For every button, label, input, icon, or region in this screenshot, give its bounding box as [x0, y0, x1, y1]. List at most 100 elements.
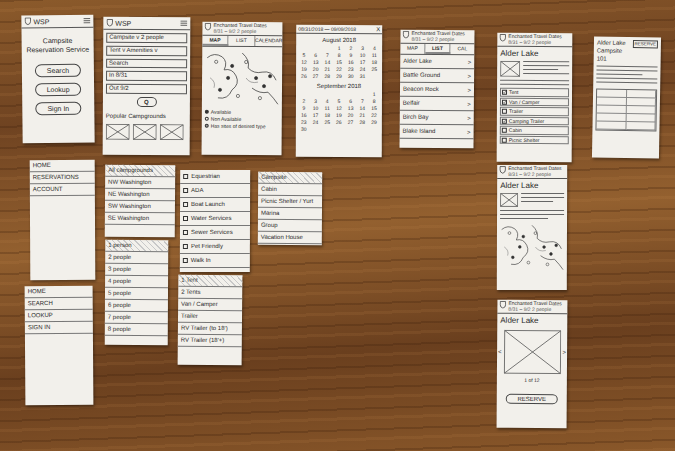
- option-item[interactable]: Van / Camper: [178, 299, 242, 312]
- day-cell[interactable]: 6: [345, 98, 357, 105]
- site-type-option[interactable]: Tent: [500, 88, 569, 97]
- day-cell[interactable]: 7: [322, 52, 334, 59]
- day-cell[interactable]: 22: [333, 66, 345, 73]
- day-cell[interactable]: 9: [345, 52, 357, 59]
- paper-sketch[interactable]: All campgroundsNW WashingtonNE Washingto…: [105, 165, 176, 237]
- day-cell[interactable]: 30: [298, 125, 310, 132]
- option-item[interactable]: 7 people: [105, 312, 168, 324]
- option-item[interactable]: SEARCH: [25, 298, 93, 310]
- amenity-item[interactable]: Boat Launch: [180, 198, 250, 212]
- home-button[interactable]: Lookup: [35, 83, 81, 97]
- day-cell[interactable]: 9: [298, 104, 310, 111]
- day-cell[interactable]: 6: [310, 52, 322, 59]
- day-cell[interactable]: 20: [345, 112, 357, 119]
- day-cell[interactable]: 20: [310, 66, 322, 73]
- checkbox[interactable]: [183, 244, 188, 249]
- paper-sketch[interactable]: Enchanted Travel Dates8/31 – 9/2 2 peopl…: [497, 165, 567, 290]
- campground-row[interactable]: Beacon Rock>: [400, 83, 474, 98]
- day-cell[interactable]: 17: [310, 111, 322, 118]
- checkbox[interactable]: [502, 137, 507, 142]
- day-cell[interactable]: 17: [357, 59, 369, 66]
- option-item[interactable]: HOME: [25, 286, 93, 298]
- campground-row[interactable]: Birch Bay>: [400, 111, 474, 126]
- option-item[interactable]: Campsite: [258, 172, 322, 184]
- home-button[interactable]: Search: [35, 64, 81, 78]
- checkbox[interactable]: [183, 188, 188, 193]
- option-item[interactable]: SW Washington: [105, 201, 175, 213]
- paper-sketch[interactable]: 1 Tent2 TentsVan / CamperTrailerRV Trail…: [178, 275, 243, 366]
- paper-sketch[interactable]: Enchanted Travel Dates8/31 – 9/2 2 peopl…: [399, 30, 474, 149]
- day-cell[interactable]: 16: [298, 111, 310, 118]
- paper-sketch[interactable]: EquestrianADABoat LaunchWater ServicesSe…: [180, 170, 250, 272]
- day-cell[interactable]: 31: [357, 73, 369, 80]
- campground-row[interactable]: Alder Lake>: [400, 55, 474, 70]
- checkbox[interactable]: [502, 90, 507, 95]
- amenity-item[interactable]: Water Services: [180, 212, 250, 226]
- day-cell[interactable]: 2: [345, 45, 357, 52]
- amenity-item[interactable]: Pet Friendly: [180, 240, 250, 254]
- checkbox[interactable]: [502, 128, 507, 133]
- site-type-option[interactable]: Camping Trailer: [500, 117, 569, 126]
- day-cell[interactable]: 2: [298, 97, 310, 104]
- view-tab[interactable]: CAL: [450, 44, 474, 54]
- day-cell[interactable]: 10: [357, 52, 369, 59]
- day-cell[interactable]: 29: [333, 73, 345, 80]
- day-cell[interactable]: 3: [357, 45, 369, 52]
- day-cell[interactable]: 24: [357, 66, 369, 73]
- day-cell[interactable]: 13: [310, 59, 322, 66]
- amenity-item[interactable]: Walk In: [180, 254, 250, 268]
- dates-banner[interactable]: Enchanted Travel Dates8/31 – 9/2 2 peopl…: [497, 165, 567, 179]
- option-item[interactable]: Trailer: [178, 311, 242, 324]
- search-button[interactable]: Q: [136, 97, 156, 107]
- option-item[interactable]: 1 Tent: [178, 275, 242, 288]
- site-type-option[interactable]: Van / Camper: [500, 98, 569, 107]
- day-cell[interactable]: 16: [345, 59, 357, 66]
- paper-sketch[interactable]: Alder LakeCampsite 101RESERVE: [592, 36, 661, 158]
- day-cell[interactable]: 25: [368, 66, 380, 73]
- app-logo[interactable]: WSP: [115, 19, 131, 26]
- day-cell[interactable]: 3: [310, 97, 322, 104]
- option-item[interactable]: All campgrounds: [105, 165, 175, 177]
- option-item[interactable]: 5 people: [105, 288, 168, 300]
- search-field[interactable]: Campsite v 2 people: [106, 33, 187, 43]
- option-item[interactable]: Marina: [258, 208, 322, 220]
- view-tab[interactable]: LIST: [425, 44, 450, 54]
- day-cell[interactable]: 30: [345, 73, 357, 80]
- day-cell[interactable]: 13: [345, 105, 357, 112]
- day-cell[interactable]: 15: [333, 59, 345, 66]
- paper-sketch[interactable]: 1 person2 people3 people4 people5 people…: [105, 240, 169, 345]
- next-button[interactable]: >: [563, 350, 567, 356]
- paper-sketch[interactable]: HOMERESERVATIONSACCOUNT: [30, 160, 96, 280]
- day-cell[interactable]: 21: [321, 66, 333, 73]
- paper-sketch[interactable]: 08/31/2018 — 09/09/2018XAugust 201812345…: [296, 25, 382, 157]
- view-tab[interactable]: CALENDAR: [255, 36, 282, 46]
- option-item[interactable]: 6 people: [105, 300, 168, 312]
- amenity-item[interactable]: Sewer Services: [180, 226, 250, 240]
- day-cell[interactable]: 8: [368, 98, 380, 105]
- option-item[interactable]: LOOKUP: [25, 310, 93, 322]
- campground-row[interactable]: Battle Ground>: [400, 69, 474, 84]
- day-cell[interactable]: 18: [321, 112, 333, 119]
- option-item[interactable]: Picnic Shelter / Yurt: [258, 196, 322, 208]
- checkbox[interactable]: [183, 258, 188, 263]
- day-cell[interactable]: 23: [345, 66, 357, 73]
- app-logo[interactable]: WSP: [33, 18, 49, 25]
- day-cell[interactable]: 29: [368, 119, 380, 126]
- hamburger-icon[interactable]: [180, 20, 187, 26]
- reserve-button[interactable]: RESERVE: [506, 394, 558, 405]
- day-cell[interactable]: 27: [310, 73, 322, 80]
- day-cell[interactable]: 5: [333, 98, 345, 105]
- search-field[interactable]: Search: [106, 58, 187, 68]
- option-item[interactable]: SE Washington: [105, 213, 175, 225]
- day-cell[interactable]: 18: [368, 59, 380, 66]
- day-cell[interactable]: 14: [322, 59, 334, 66]
- checkbox[interactable]: [183, 202, 188, 207]
- day-cell[interactable]: 28: [356, 119, 368, 126]
- day-cell[interactable]: 14: [356, 105, 368, 112]
- view-tab[interactable]: MAP: [202, 36, 228, 46]
- day-cell[interactable]: 1: [368, 91, 380, 98]
- amenity-item[interactable]: Equestrian: [180, 170, 250, 184]
- option-item[interactable]: RV Trailer (18'+): [178, 335, 242, 348]
- day-cell[interactable]: 10: [310, 104, 322, 111]
- checkbox[interactable]: [502, 109, 507, 114]
